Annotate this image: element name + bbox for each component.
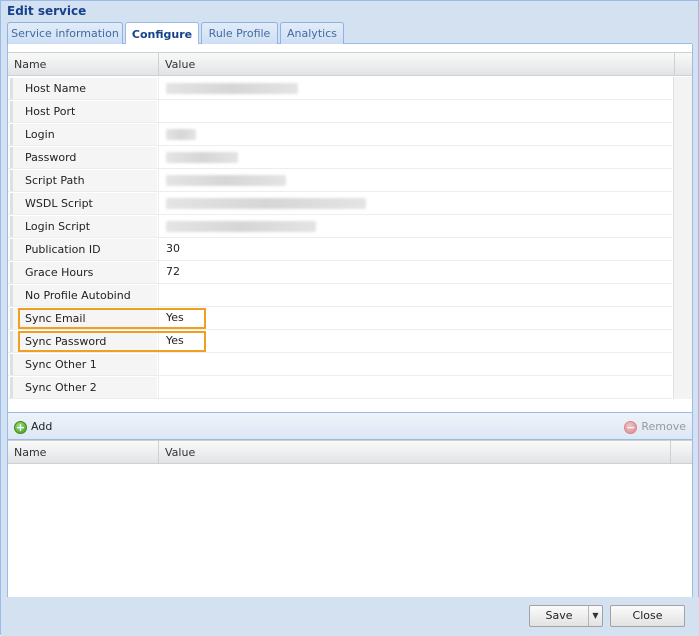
column-header-name[interactable]: Name — [8, 441, 159, 464]
column-header-value[interactable]: Value — [159, 441, 671, 464]
row-value-redacted[interactable] — [158, 123, 672, 145]
remove-icon: − — [624, 420, 638, 434]
redacted-value — [166, 82, 298, 94]
table-row[interactable]: Sync Email Yes — [8, 307, 672, 330]
row-value[interactable]: 72 — [158, 261, 672, 283]
row-name: No Profile Autobind — [10, 285, 157, 306]
redacted-value — [166, 151, 238, 163]
row-value-redacted[interactable] — [158, 169, 672, 191]
row-value[interactable] — [158, 284, 672, 306]
add-button[interactable]: + Add — [14, 418, 52, 436]
table-row[interactable]: Sync Password Yes — [8, 330, 672, 353]
grid-toolbar: + Add − Remove — [8, 412, 692, 440]
row-value[interactable]: Yes — [158, 307, 672, 329]
edit-service-window: Edit service Service information Configu… — [0, 0, 699, 636]
row-name: Login Script — [10, 216, 157, 237]
row-value[interactable] — [158, 353, 672, 375]
remove-button-label: Remove — [641, 420, 686, 433]
table-row[interactable]: Password — [8, 146, 672, 169]
window-title: Edit service — [7, 4, 87, 18]
row-name: Sync Password — [10, 331, 157, 352]
row-name: Password — [10, 147, 157, 168]
redacted-value — [166, 174, 286, 186]
row-value-redacted[interactable] — [158, 215, 672, 237]
tab-configure[interactable]: Configure — [125, 22, 199, 45]
row-value[interactable]: 30 — [158, 238, 672, 260]
configure-panel: Name Value Host Name Host Port Login Pas… — [7, 44, 693, 597]
redacted-value — [166, 197, 366, 209]
row-name: Script Path — [10, 170, 157, 191]
add-icon: + — [14, 420, 27, 434]
custom-grid-header: Name Value — [8, 440, 692, 464]
row-name: Publication ID — [10, 239, 157, 260]
save-split-button[interactable]: Save ▼ — [529, 605, 603, 627]
redacted-value — [166, 128, 196, 140]
properties-grid-scrollbar[interactable] — [673, 77, 692, 399]
table-row[interactable]: Sync Other 2 — [8, 376, 672, 399]
custom-properties-grid: Name Value — [8, 440, 692, 597]
dialog-footer: Save ▼ Close — [1, 597, 699, 636]
table-row[interactable]: Login Script — [8, 215, 672, 238]
row-name: Host Port — [10, 101, 157, 122]
row-value[interactable] — [158, 100, 672, 122]
row-value-redacted[interactable] — [158, 192, 672, 214]
row-name: Host Name — [10, 78, 157, 99]
table-row[interactable]: Host Name — [8, 77, 672, 100]
close-button[interactable]: Close — [610, 605, 685, 627]
row-name: Grace Hours — [10, 262, 157, 283]
row-name: Login — [10, 124, 157, 145]
row-name: Sync Email — [10, 308, 157, 329]
column-header-value[interactable]: Value — [159, 53, 675, 76]
table-row[interactable]: Publication ID 30 — [8, 238, 672, 261]
column-header-name[interactable]: Name — [8, 53, 159, 76]
row-name: WSDL Script — [10, 193, 157, 214]
table-row[interactable]: No Profile Autobind — [8, 284, 672, 307]
save-dropdown-arrow-icon[interactable]: ▼ — [588, 606, 602, 626]
table-row[interactable]: Script Path — [8, 169, 672, 192]
remove-button[interactable]: − Remove — [624, 418, 686, 436]
row-value-redacted[interactable] — [158, 77, 672, 99]
table-row[interactable]: WSDL Script — [8, 192, 672, 215]
tab-bar: Service information Configure Rule Profi… — [7, 22, 692, 45]
table-row[interactable]: Host Port — [8, 100, 672, 123]
table-row[interactable]: Sync Other 1 — [8, 353, 672, 376]
tab-rule-profile[interactable]: Rule Profile — [201, 22, 278, 44]
tab-analytics[interactable]: Analytics — [280, 22, 344, 44]
redacted-value — [166, 220, 316, 232]
table-row[interactable]: Grace Hours 72 — [8, 261, 672, 284]
row-value[interactable] — [158, 376, 672, 398]
row-value[interactable]: Yes — [158, 330, 672, 352]
tab-service-information[interactable]: Service information — [7, 22, 123, 44]
add-button-label: Add — [31, 420, 53, 433]
table-row[interactable]: Login — [8, 123, 672, 146]
row-value-redacted[interactable] — [158, 146, 672, 168]
save-button-label: Save — [545, 609, 573, 622]
properties-grid-body: Host Name Host Port Login Password Scrip… — [8, 77, 672, 399]
row-name: Sync Other 1 — [10, 354, 157, 375]
row-name: Sync Other 2 — [10, 377, 157, 398]
properties-grid-header: Name Value — [8, 52, 692, 76]
